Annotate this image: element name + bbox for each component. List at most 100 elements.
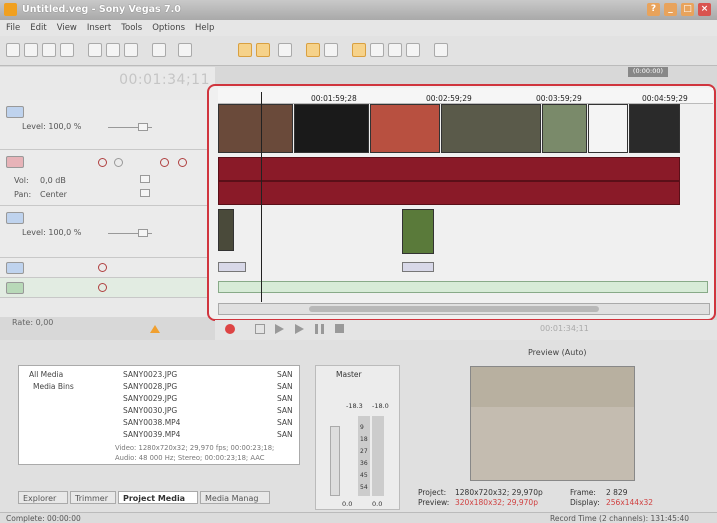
file-item[interactable]: SANY0028.JPG	[123, 382, 177, 391]
audio-clip[interactable]	[218, 262, 246, 272]
mixer-value-left: 0.0	[342, 500, 353, 508]
ruler-tick: 00:04:59;29	[642, 94, 688, 103]
rate-marker-icon[interactable]	[150, 325, 160, 333]
video-track-2[interactable]: Level: 100,0 %	[0, 206, 215, 258]
status-bar: Complete: 00:00:00 Record Time (2 channe…	[0, 512, 717, 523]
maximize-icon[interactable]: □	[681, 3, 694, 16]
level-knob-2[interactable]	[138, 229, 148, 237]
arm-icon[interactable]	[178, 158, 187, 167]
pan-knob[interactable]	[140, 189, 150, 197]
paste-icon[interactable]	[124, 43, 138, 57]
time-ruler[interactable]: 00:01:59;28 00:02:59;29 00:03:59;29 00:0…	[218, 88, 713, 104]
master-fader[interactable]	[330, 426, 340, 496]
folder-all-media[interactable]: All Media	[29, 370, 63, 379]
transport-bar	[215, 320, 717, 340]
file-item[interactable]: SAN	[277, 430, 293, 439]
preview-mode[interactable]: Preview (Auto)	[528, 348, 587, 357]
menu-edit[interactable]: Edit	[30, 23, 46, 36]
vol-knob[interactable]	[140, 175, 150, 183]
video-clip[interactable]	[588, 104, 628, 153]
redo-icon[interactable]	[178, 43, 192, 57]
file-item[interactable]: SANY0030.JPG	[123, 406, 177, 415]
menu-options[interactable]: Options	[152, 23, 185, 36]
undo-icon[interactable]	[152, 43, 166, 57]
solo-icon[interactable]	[114, 158, 123, 167]
stop-icon[interactable]	[335, 324, 344, 333]
file-item[interactable]: SANY0023.JPG	[123, 370, 177, 379]
loop-icon[interactable]	[255, 324, 265, 334]
video-clip[interactable]	[629, 104, 680, 153]
lock-icon[interactable]	[278, 43, 292, 57]
menu-view[interactable]: View	[57, 23, 77, 36]
help-icon[interactable]: ?	[647, 3, 660, 16]
file-item[interactable]: SAN	[277, 418, 293, 427]
new-icon[interactable]	[6, 43, 20, 57]
play-from-start-icon[interactable]	[275, 324, 284, 334]
tab-trimmer[interactable]: Trimmer	[70, 491, 116, 504]
file-item[interactable]: SAN	[277, 394, 293, 403]
close-icon[interactable]: ×	[698, 3, 711, 16]
playhead[interactable]	[261, 92, 262, 302]
envelope-icon[interactable]	[324, 43, 338, 57]
minimize-icon[interactable]: _	[664, 3, 677, 16]
video-clip[interactable]	[402, 209, 434, 254]
menu-help[interactable]: Help	[195, 23, 214, 36]
copy-icon[interactable]	[106, 43, 120, 57]
tab-explorer[interactable]: Explorer	[18, 491, 68, 504]
menu-insert[interactable]: Insert	[87, 23, 111, 36]
zoom-icon[interactable]	[370, 43, 384, 57]
video-clip[interactable]	[294, 104, 369, 153]
tab-project-media[interactable]: Project Media	[118, 491, 198, 504]
normal-edit-icon[interactable]	[306, 43, 320, 57]
fx-icon[interactable]	[160, 158, 169, 167]
video-clip[interactable]	[218, 209, 234, 251]
menu-file[interactable]: File	[6, 23, 20, 36]
video-clip[interactable]	[441, 104, 541, 153]
track-icon	[6, 282, 24, 294]
whats-this-icon[interactable]	[434, 43, 448, 57]
snap-icon[interactable]	[238, 43, 252, 57]
audio-track-2[interactable]	[0, 278, 215, 298]
timeline-scrollbar[interactable]	[218, 303, 710, 315]
autoripple-icon[interactable]	[256, 43, 270, 57]
open-icon[interactable]	[24, 43, 38, 57]
audio-clip-long[interactable]	[218, 281, 708, 293]
save-icon[interactable]	[42, 43, 56, 57]
pause-icon[interactable]	[315, 324, 324, 334]
folder-media-bins[interactable]: Media Bins	[33, 382, 74, 391]
tab-media-manager[interactable]: Media Manag	[200, 491, 270, 504]
zoom-box-icon[interactable]	[388, 43, 402, 57]
play-icon[interactable]	[295, 324, 304, 334]
video-clip[interactable]	[218, 104, 293, 153]
frame-label: Frame:	[570, 488, 596, 497]
properties-icon[interactable]	[60, 43, 74, 57]
menu-tools[interactable]: Tools	[121, 23, 142, 36]
track-icon	[6, 106, 24, 118]
zoom-out-icon[interactable]	[406, 43, 420, 57]
audio-track-1[interactable]: Vol: 0,0 dB Pan: Center	[0, 150, 215, 206]
window-title: Untitled.veg - Sony Vegas 7.0	[22, 4, 181, 15]
timecode-display: 00:01:34;11	[119, 72, 210, 88]
mute-icon[interactable]	[98, 263, 107, 272]
file-item[interactable]: SAN	[277, 370, 293, 379]
record-icon[interactable]	[225, 324, 235, 334]
file-item[interactable]: SANY0039.MP4	[123, 430, 180, 439]
audio-waveform-right[interactable]	[218, 181, 680, 205]
file-item[interactable]: SANY0029.JPG	[123, 394, 177, 403]
mute-icon[interactable]	[98, 283, 107, 292]
video-clip[interactable]	[542, 104, 587, 153]
file-item[interactable]: SAN	[277, 406, 293, 415]
mute-icon[interactable]	[98, 158, 107, 167]
video-track-3[interactable]	[0, 258, 215, 278]
file-item[interactable]: SANY0038.MP4	[123, 418, 180, 427]
level-knob[interactable]	[138, 123, 148, 131]
audio-clip[interactable]	[402, 262, 434, 272]
scroll-thumb[interactable]	[309, 306, 599, 312]
video-clip[interactable]	[370, 104, 440, 153]
select-icon[interactable]	[352, 43, 366, 57]
file-item[interactable]: SAN	[277, 382, 293, 391]
cut-icon[interactable]	[88, 43, 102, 57]
video-track-1[interactable]: Level: 100,0 %	[0, 100, 215, 150]
video-info: Video: 1280x720x32; 29,970 fps; 00:00:23…	[115, 444, 275, 452]
audio-waveform-left[interactable]	[218, 157, 680, 181]
